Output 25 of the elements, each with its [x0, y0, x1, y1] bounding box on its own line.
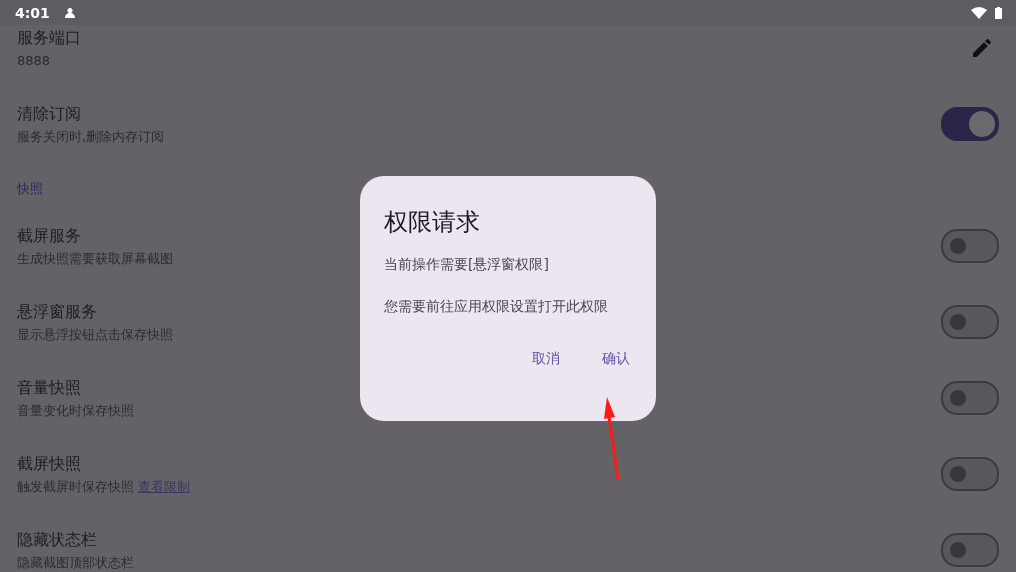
dialog-message: 您需要前往应用权限设置打开此权限	[384, 297, 609, 316]
dialog-message: 当前操作需要[悬浮窗权限]	[384, 255, 550, 274]
confirm-button[interactable]: 确认	[588, 342, 644, 376]
setting-description: 8888	[17, 51, 52, 70]
pencil-icon[interactable]	[970, 36, 994, 60]
toggle-switch[interactable]	[941, 305, 999, 339]
toggle-switch[interactable]	[941, 107, 999, 141]
setting-title: 服务端口	[17, 26, 81, 49]
setting-title: 清除订阅	[17, 102, 82, 125]
toggle-switch[interactable]	[941, 381, 999, 415]
battery-icon	[995, 6, 1002, 19]
setting-title: 截屏服务	[17, 224, 82, 247]
setting-title: 截屏快照	[17, 452, 82, 475]
cancel-button[interactable]: 取消	[518, 342, 574, 376]
person-icon	[63, 7, 76, 18]
clock: 4:01	[15, 4, 50, 21]
setting-title: 悬浮窗服务	[17, 300, 98, 323]
setting-title: 音量快照	[17, 376, 82, 399]
section-header: 快照	[17, 181, 43, 196]
toggle-switch[interactable]	[941, 457, 999, 491]
toggle-switch[interactable]	[941, 229, 999, 263]
toggle-switch[interactable]	[941, 533, 999, 567]
setting-title: 隐藏状态栏	[17, 528, 98, 551]
wifi-icon	[971, 6, 987, 19]
dialog-title: 权限请求	[384, 207, 481, 238]
